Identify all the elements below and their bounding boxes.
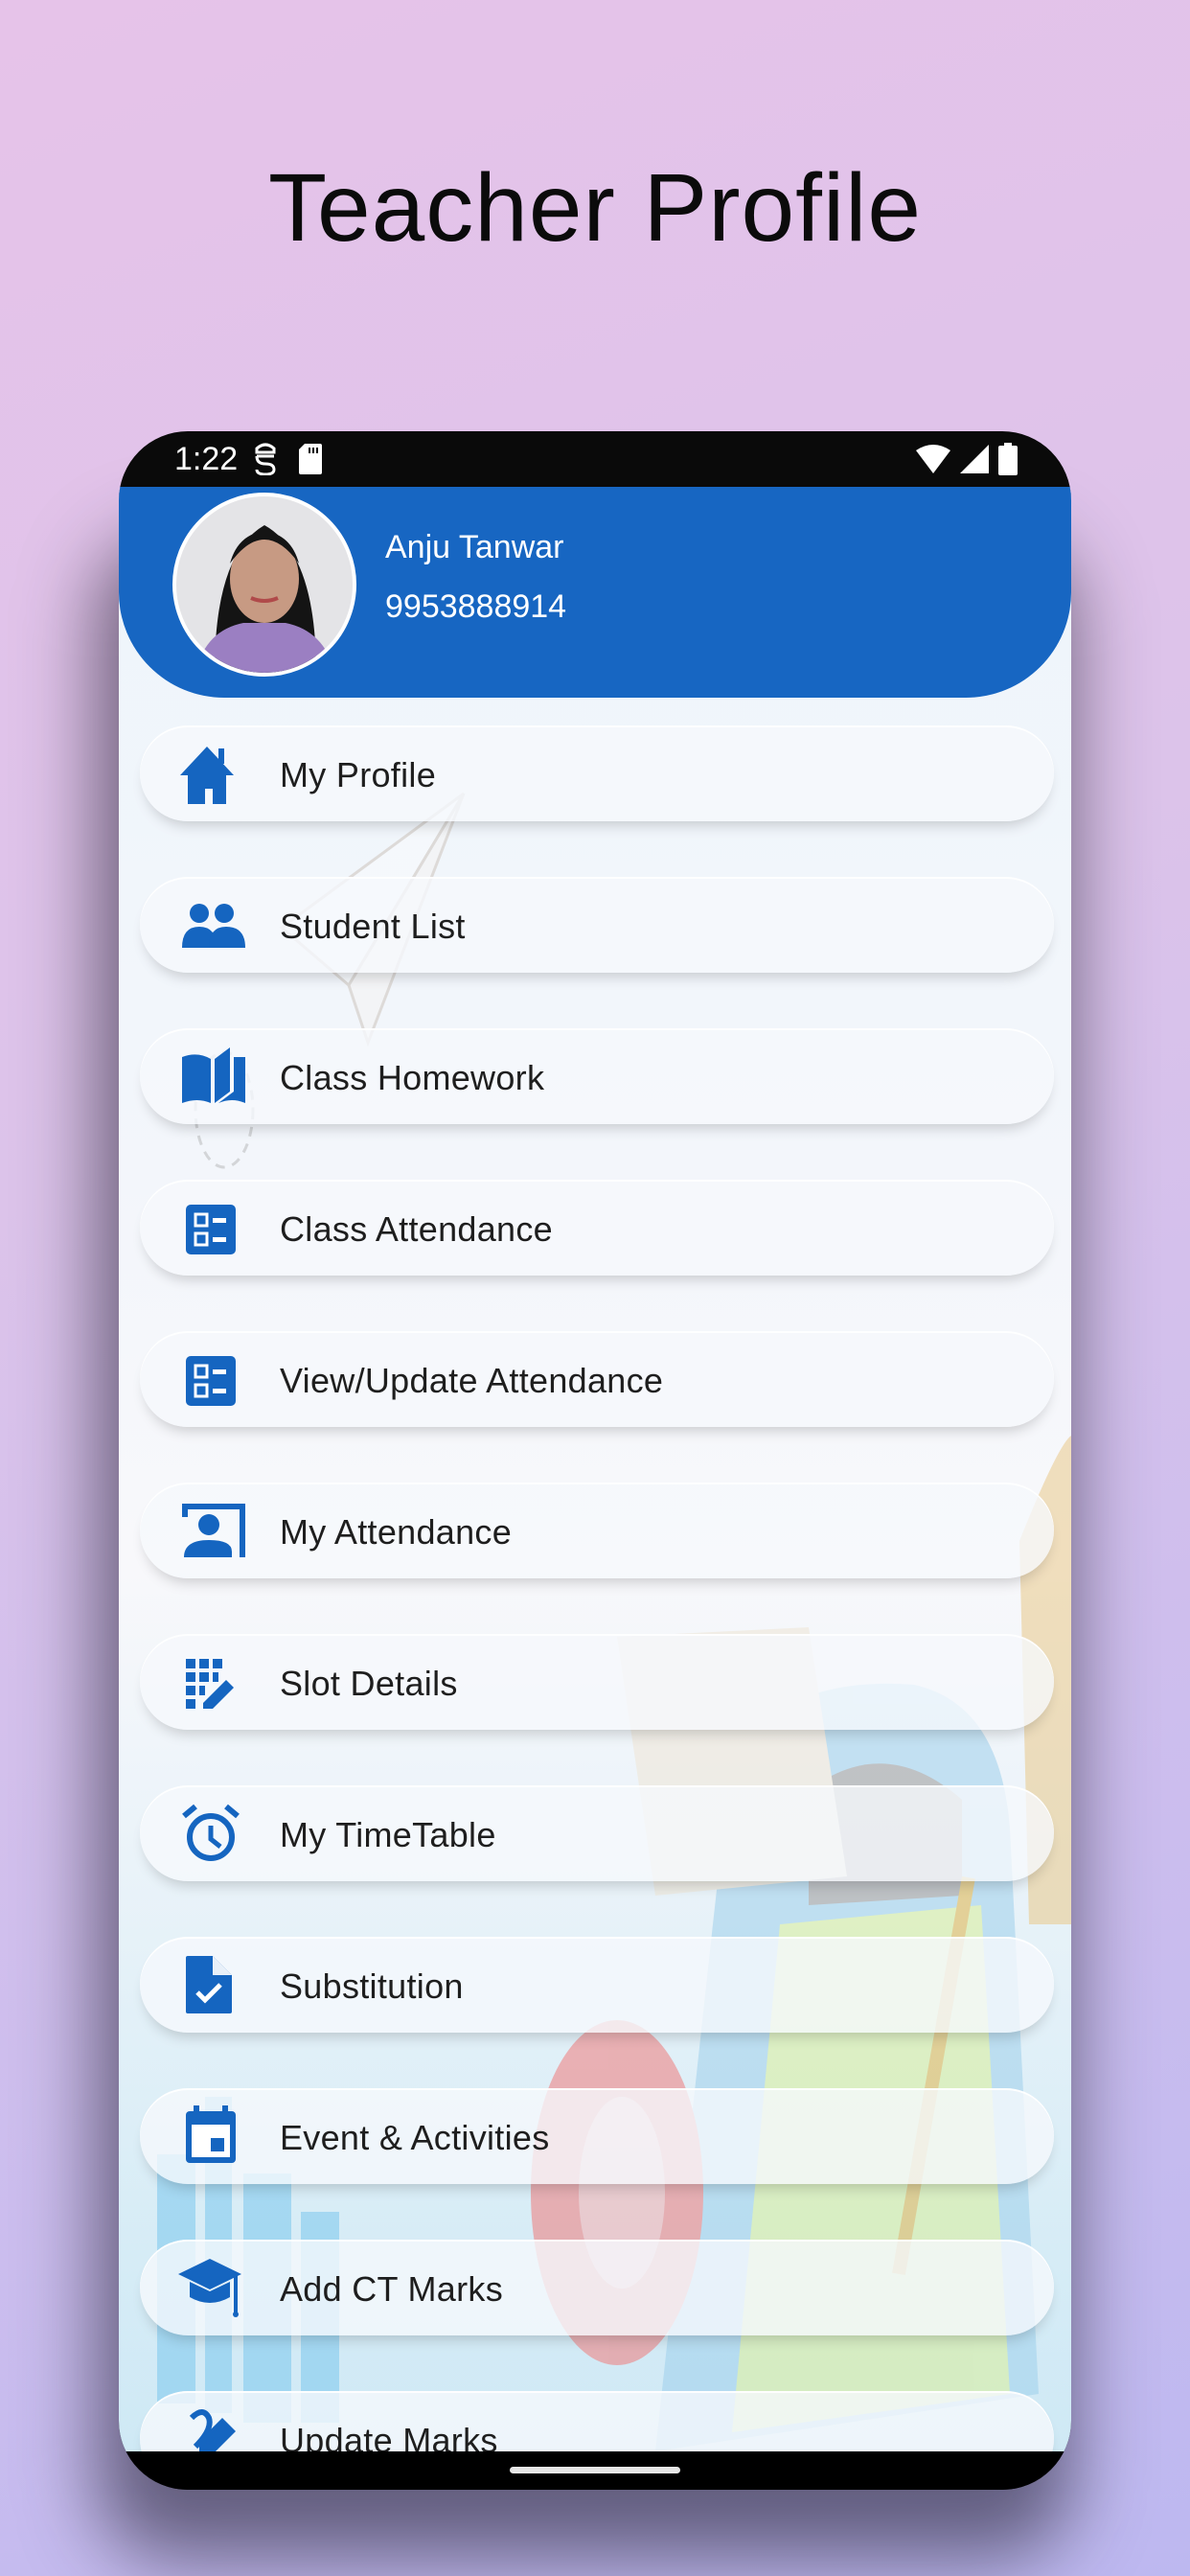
- menu-label: Student List: [280, 907, 466, 946]
- checklist-icon: [184, 1203, 236, 1254]
- menu-item-my-timetable[interactable]: My TimeTable: [140, 1785, 1054, 1881]
- menu-label: View/Update Attendance: [280, 1361, 664, 1400]
- home-icon: [180, 747, 236, 804]
- teacher-avatar[interactable]: [172, 493, 356, 677]
- graduation-cap-icon: [178, 2259, 241, 2317]
- wifi-icon: [916, 445, 950, 482]
- menu-item-my-profile[interactable]: My Profile: [140, 725, 1054, 821]
- menu-label: Class Homework: [280, 1058, 545, 1097]
- cell-signal-icon: [960, 445, 989, 482]
- profile-header: Anju Tanwar 9953888914: [119, 487, 1071, 698]
- menu-label: Update Marks: [280, 2421, 498, 2451]
- checklist-icon: [184, 1354, 236, 1406]
- calendar-icon: [184, 2105, 236, 2163]
- menu-label: My TimeTable: [280, 1815, 496, 1854]
- teacher-name: Anju Tanwar: [385, 529, 564, 565]
- promo-title: Teacher Profile: [268, 154, 922, 262]
- contact-card-icon: [182, 1504, 245, 1557]
- edit-marks-icon: [184, 2409, 236, 2451]
- menu-item-event-activities[interactable]: Event & Activities: [140, 2088, 1054, 2184]
- home-indicator[interactable]: [510, 2467, 680, 2473]
- avatar-photo: [176, 496, 353, 673]
- menu-item-update-marks[interactable]: Update Marks: [140, 2391, 1054, 2451]
- status-bar: 1:22: [119, 431, 1071, 489]
- status-time: 1:22: [174, 441, 239, 477]
- alarm-clock-icon: [182, 1804, 240, 1861]
- teacher-phone: 9953888914: [385, 588, 567, 625]
- menu-item-add-ct-marks[interactable]: Add CT Marks: [140, 2240, 1054, 2335]
- menu-label: Substitution: [280, 1966, 464, 2006]
- notification-app-icon: [253, 443, 278, 484]
- menu-item-student-list[interactable]: Student List: [140, 877, 1054, 973]
- battery-icon: [998, 443, 1018, 484]
- app-screen: Anju Tanwar 9953888914 My Profile Studen…: [119, 487, 1071, 2451]
- menu-item-view-update-attendance[interactable]: View/Update Attendance: [140, 1331, 1054, 1427]
- navigation-bar: [119, 2451, 1071, 2490]
- menu-label: Class Attendance: [280, 1209, 553, 1249]
- grid-edit-icon: [184, 1657, 236, 1709]
- document-check-icon: [184, 1956, 236, 2013]
- menu-item-slot-details[interactable]: Slot Details: [140, 1634, 1054, 1730]
- menu-item-my-attendance[interactable]: My Attendance: [140, 1483, 1054, 1578]
- phone-frame: 1:22 Anju Tanwar 9953888914 My Profile S…: [119, 431, 1071, 2490]
- menu-item-substitution[interactable]: Substitution: [140, 1937, 1054, 2033]
- menu-label: Add CT Marks: [280, 2269, 503, 2309]
- menu-label: My Attendance: [280, 1512, 513, 1552]
- book-icon: [182, 1047, 245, 1103]
- sd-card-icon: [299, 444, 322, 483]
- menu-label: Slot Details: [280, 1664, 458, 1703]
- menu-item-class-homework[interactable]: Class Homework: [140, 1028, 1054, 1124]
- menu-label: My Profile: [280, 755, 437, 794]
- menu-item-class-attendance[interactable]: Class Attendance: [140, 1180, 1054, 1276]
- menu-label: Event & Activities: [280, 2118, 550, 2157]
- people-icon: [182, 900, 245, 952]
